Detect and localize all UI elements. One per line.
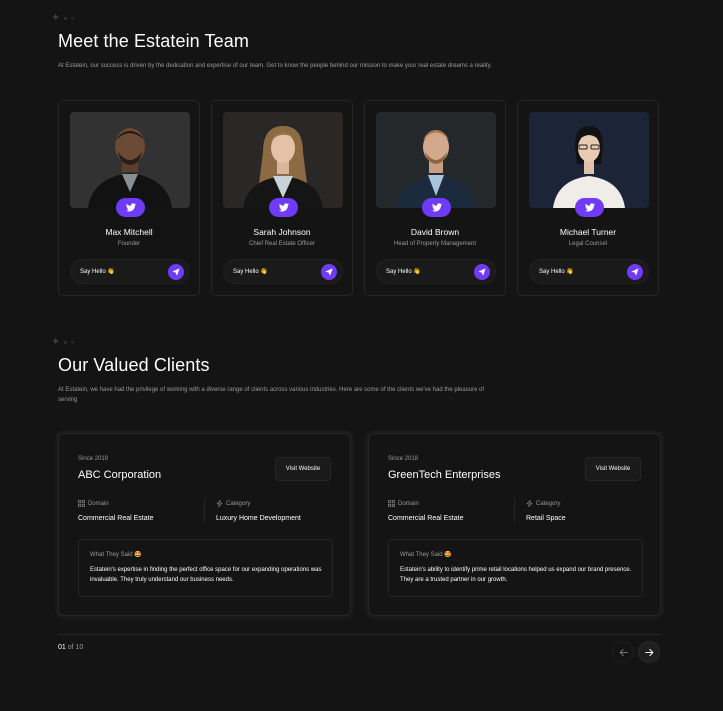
member-photo xyxy=(70,112,190,208)
member-name: Sarah Johnson xyxy=(253,227,311,237)
client-since: Since 2018 xyxy=(388,456,419,462)
team-card: Michael Turner Legal Counsel Say Hello 👋 xyxy=(517,100,659,296)
category-label: Category xyxy=(526,500,560,507)
visit-website-button[interactable]: Visit Website xyxy=(585,457,641,481)
say-hello-label: Say Hello 👋 xyxy=(233,269,268,275)
field-divider xyxy=(204,498,205,523)
client-card: Since 2018 GreenTech Enterprises Visit W… xyxy=(368,433,661,616)
member-role: Chief Real Estate Officer xyxy=(249,241,315,247)
bolt-icon xyxy=(526,500,533,507)
client-card: Since 2019 ABC Corporation Visit Website… xyxy=(58,433,351,616)
member-name: Michael Turner xyxy=(559,227,617,237)
testimonial-text: Estatein's ability to identify prime ret… xyxy=(400,567,632,583)
testimonial-label: What They Said 🤩 xyxy=(90,552,142,558)
member-role: Founder xyxy=(117,241,141,247)
domain-value: Commercial Real Estate xyxy=(388,515,464,522)
testimonial-label: What They Said 🤩 xyxy=(400,552,452,558)
client-name: ABC Corporation xyxy=(78,469,162,481)
team-card: Sarah Johnson Chief Real Estate Officer … xyxy=(211,100,353,296)
page-counter: 01 of 10 xyxy=(58,644,84,651)
pager-divider xyxy=(58,634,661,635)
say-hello-label: Say Hello 👋 xyxy=(539,269,574,275)
twitter-button[interactable] xyxy=(116,198,145,217)
member-role: Legal Counsel xyxy=(568,241,608,247)
testimonial-box: What They Said 🤩 Estatein's expertise in… xyxy=(78,539,333,597)
clients-section-description: At Estatein, we have had the privilege o… xyxy=(58,387,485,403)
arrow-right-icon xyxy=(644,648,653,656)
grid-icon xyxy=(78,500,85,507)
member-photo xyxy=(223,112,343,208)
team-card: Max Mitchell Founder Say Hello 👋 xyxy=(58,100,200,296)
client-since: Since 2019 xyxy=(78,456,109,462)
domain-value: Commercial Real Estate xyxy=(78,515,154,522)
testimonial-text: Estatein's expertise in finding the perf… xyxy=(90,567,322,583)
category-value: Retail Space xyxy=(526,515,566,522)
sparkle-icon: ✦ xyxy=(51,13,75,24)
category-value: Luxury Home Development xyxy=(216,515,301,522)
twitter-icon xyxy=(584,203,595,212)
say-hello-input[interactable]: Say Hello 👋 xyxy=(70,259,190,284)
next-button[interactable] xyxy=(638,641,660,663)
clients-section-title: Our Valued Clients xyxy=(58,355,210,375)
category-label: Category xyxy=(216,500,250,507)
member-name: Max Mitchell xyxy=(105,227,153,237)
testimonial-box: What They Said 🤩 Estatein's ability to i… xyxy=(388,539,643,597)
bolt-icon xyxy=(216,500,223,507)
say-hello-input[interactable]: Say Hello 👋 xyxy=(223,259,343,284)
say-hello-input[interactable]: Say Hello 👋 xyxy=(529,259,649,284)
say-hello-label: Say Hello 👋 xyxy=(80,269,115,275)
client-name: GreenTech Enterprises xyxy=(388,469,501,481)
team-card: David Brown Head of Property Management … xyxy=(364,100,506,296)
visit-website-button[interactable]: Visit Website xyxy=(275,457,331,481)
say-hello-input[interactable]: Say Hello 👋 xyxy=(376,259,496,284)
twitter-icon xyxy=(431,203,442,212)
twitter-button[interactable] xyxy=(422,198,451,217)
send-button[interactable] xyxy=(627,264,643,280)
twitter-icon xyxy=(278,203,289,212)
send-button[interactable] xyxy=(321,264,337,280)
field-divider xyxy=(514,498,515,523)
sparkle-icon: ✦ xyxy=(51,337,75,348)
twitter-button[interactable] xyxy=(575,198,604,217)
twitter-button[interactable] xyxy=(269,198,298,217)
member-photo xyxy=(376,112,496,208)
say-hello-label: Say Hello 👋 xyxy=(386,269,421,275)
team-section-title: Meet the Estatein Team xyxy=(58,31,249,51)
domain-label: Domain xyxy=(388,500,419,507)
send-icon xyxy=(478,268,486,276)
send-icon xyxy=(631,268,639,276)
team-section-description: At Estatein, our success is driven by th… xyxy=(58,63,492,69)
send-button[interactable] xyxy=(168,264,184,280)
domain-label: Domain xyxy=(78,500,109,507)
previous-button[interactable] xyxy=(612,641,634,663)
send-button[interactable] xyxy=(474,264,490,280)
send-icon xyxy=(325,268,333,276)
member-name: David Brown xyxy=(410,227,460,237)
arrow-left-icon xyxy=(619,648,628,656)
send-icon xyxy=(172,268,180,276)
member-role: Head of Property Management xyxy=(393,241,477,247)
grid-icon xyxy=(388,500,395,507)
twitter-icon xyxy=(125,203,136,212)
member-photo xyxy=(529,112,649,208)
